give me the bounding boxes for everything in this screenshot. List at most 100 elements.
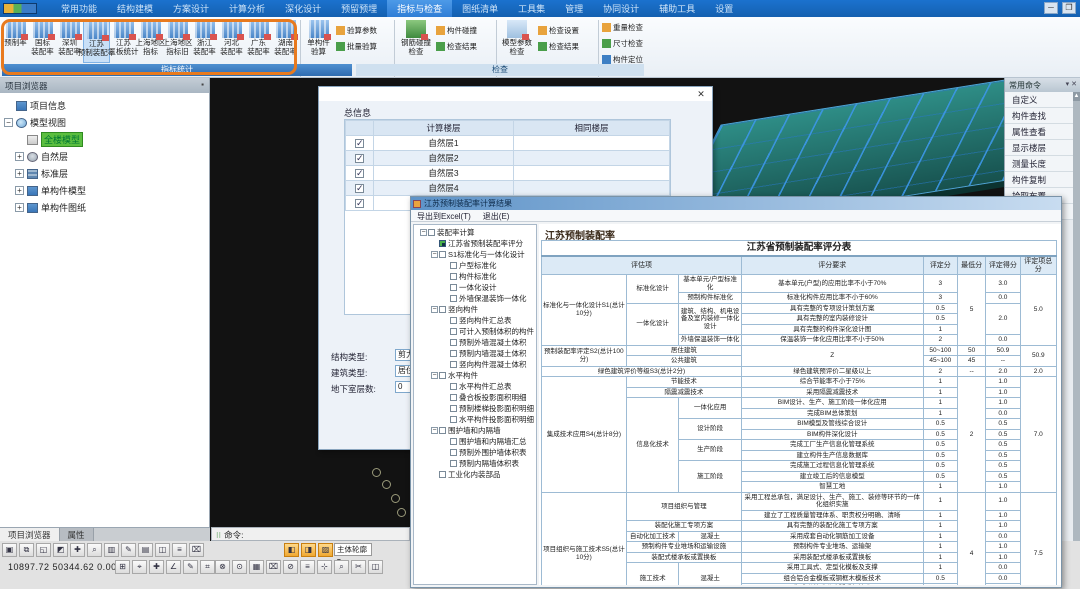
checkbox[interactable] bbox=[450, 405, 457, 412]
tree-item-预制楼梯投影面积明细[interactable]: 预制楼梯投影面积明细 bbox=[416, 403, 536, 414]
tree-item-自然层[interactable]: +自然层 bbox=[0, 148, 209, 165]
ribbon-button-浙江装配率[interactable]: 浙江装配率 bbox=[191, 19, 218, 63]
ribbon-button-湖南装配率[interactable]: 湖南装配率 bbox=[272, 19, 299, 63]
toolbar-icon[interactable]: ✚ bbox=[70, 543, 85, 557]
toolbar-icon[interactable]: ▦ bbox=[249, 560, 264, 574]
toolbar-icon[interactable]: ⌧ bbox=[189, 543, 204, 557]
command-item-构件查找[interactable]: 构件查找 bbox=[1005, 108, 1073, 124]
tree-item-水平构件投影面积明细[interactable]: 水平构件投影面积明细 bbox=[416, 414, 536, 425]
ribbon-small-button-检查结果[interactable]: 检查结果 bbox=[436, 39, 477, 53]
ribbon-button-广东装配率[interactable]: 广东装配率 bbox=[245, 19, 272, 63]
same-floor-cell[interactable] bbox=[514, 166, 670, 181]
checkbox[interactable] bbox=[450, 273, 457, 280]
tree-item-标准层[interactable]: +标准层 bbox=[0, 165, 209, 182]
collapse-icon[interactable]: − bbox=[431, 251, 438, 258]
command-item-自定义[interactable]: 自定义 bbox=[1005, 92, 1073, 108]
ribbon-small-button-构件碰撞[interactable]: 构件碰撞 bbox=[436, 23, 477, 37]
expand-icon[interactable]: + bbox=[15, 169, 24, 178]
toolbar-icon[interactable]: ⊘ bbox=[283, 560, 298, 574]
rebar-clash-check-button[interactable]: 钢筋碰撞检查 bbox=[398, 19, 434, 63]
tree-item-竖向构件汇总表[interactable]: 竖向构件汇总表 bbox=[416, 315, 536, 326]
ribbon-button-河北装配率[interactable]: 河北装配率 bbox=[218, 19, 245, 63]
tree-item-可计入预制体积的构件[interactable]: 可计入预制体积的构件 bbox=[416, 326, 536, 337]
checkbox[interactable] bbox=[450, 317, 457, 324]
tab-计算分析[interactable]: 计算分析 bbox=[219, 0, 275, 17]
checkbox[interactable] bbox=[428, 229, 435, 236]
ribbon-button-上海地区指标旧[interactable]: 上海地区指标旧 bbox=[164, 19, 191, 63]
tree-item-装配率计算[interactable]: −装配率计算 bbox=[416, 227, 536, 238]
ribbon-small-button-验算参数[interactable]: 验算参数 bbox=[336, 23, 377, 37]
toolbar-icon[interactable]: ∠ bbox=[166, 560, 181, 574]
ribbon-button-江苏预制装配率[interactable]: 江苏预制装配率 bbox=[83, 19, 110, 63]
tab-工具集[interactable]: 工具集 bbox=[508, 0, 555, 17]
tree-item-S1标准化与一体化设计[interactable]: −S1标准化与一体化设计 bbox=[416, 249, 536, 260]
checkbox[interactable] bbox=[439, 251, 446, 258]
toolbar-icon[interactable]: ▣ bbox=[2, 543, 17, 557]
tree-item-竖向构件[interactable]: −竖向构件 bbox=[416, 304, 536, 315]
maximize-button[interactable]: ❐ bbox=[1062, 2, 1076, 14]
panel-tab-属性[interactable]: 属性 bbox=[60, 528, 94, 541]
checkbox[interactable] bbox=[450, 449, 457, 456]
toolbar-icon[interactable]: ⊹ bbox=[317, 560, 332, 574]
ribbon-small-button-检查设置[interactable]: 检查设置 bbox=[538, 23, 579, 37]
tab-结构建模[interactable]: 结构建模 bbox=[107, 0, 163, 17]
checkbox[interactable] bbox=[450, 339, 457, 346]
floor-checkbox[interactable] bbox=[355, 184, 364, 193]
toolbar-icon[interactable]: ⌕ bbox=[87, 543, 102, 557]
command-item-测量长度[interactable]: 测量长度 bbox=[1005, 156, 1073, 172]
menu-item-退出(E)[interactable]: 退出(E) bbox=[483, 211, 510, 220]
tree-item-构件标准化[interactable]: 构件标准化 bbox=[416, 271, 536, 282]
toolbar-icon[interactable]: ◫ bbox=[155, 543, 170, 557]
command-item-属性查看[interactable]: 属性查看 bbox=[1005, 124, 1073, 140]
selected-report-icon[interactable] bbox=[439, 240, 446, 247]
checkbox[interactable] bbox=[450, 394, 457, 401]
tab-设置[interactable]: 设置 bbox=[705, 0, 743, 17]
checkbox[interactable] bbox=[450, 328, 457, 335]
checkbox[interactable] bbox=[450, 416, 457, 423]
tab-深化设计[interactable]: 深化设计 bbox=[275, 0, 331, 17]
ribbon-small-button-重量检查[interactable]: 重量检查 bbox=[602, 20, 643, 34]
outline-mode-dropdown[interactable]: 主体轮廓 ▾ bbox=[334, 543, 372, 556]
tree-item-预制外墙混凝土体积[interactable]: 预制外墙混凝土体积 bbox=[416, 337, 536, 348]
same-floor-cell[interactable] bbox=[514, 136, 670, 151]
floor-checkbox[interactable] bbox=[355, 154, 364, 163]
toolbar-icon-highlighted[interactable]: ▨ bbox=[318, 543, 333, 557]
toolbar-icon[interactable]: ▥ bbox=[104, 543, 119, 557]
results-window-titlebar[interactable]: 江苏预制装配率计算结果 bbox=[411, 197, 1061, 210]
model-parameter-check-button[interactable]: 模型参数检查 bbox=[498, 19, 536, 63]
collapse-icon[interactable]: − bbox=[420, 229, 427, 236]
toolbar-icon[interactable]: ⌗ bbox=[200, 560, 215, 574]
toolbar-icon-highlighted[interactable]: ◧ bbox=[284, 543, 299, 557]
tree-item-外墙保温装饰一体化[interactable]: 外墙保温装饰一体化 bbox=[416, 293, 536, 304]
ribbon-button-上海地区指标[interactable]: 上海地区指标 bbox=[137, 19, 164, 63]
tab-辅助工具[interactable]: 辅助工具 bbox=[649, 0, 705, 17]
ribbon-small-button-尺寸检查[interactable]: 尺寸检查 bbox=[602, 36, 643, 50]
toolbar-icon[interactable]: ▤ bbox=[138, 543, 153, 557]
pin-icon[interactable]: ▪ bbox=[201, 80, 204, 89]
tree-item-叠合板投影面积明细[interactable]: 叠合板投影面积明细 bbox=[416, 392, 536, 403]
checkbox[interactable] bbox=[439, 306, 446, 313]
checkbox[interactable] bbox=[450, 460, 457, 467]
panel-header-icons[interactable]: ▾ ✕ bbox=[1066, 80, 1077, 88]
toolbar-icon[interactable]: ✂ bbox=[351, 560, 366, 574]
ribbon-button-预制率[interactable]: 预制率 bbox=[2, 19, 29, 63]
checkbox[interactable] bbox=[439, 427, 446, 434]
toolbar-icon[interactable]: ✎ bbox=[121, 543, 136, 557]
tab-方案设计[interactable]: 方案设计 bbox=[163, 0, 219, 17]
ribbon-small-button-构件定位[interactable]: 构件定位 bbox=[602, 52, 643, 66]
tree-item-预制外围护墙体积表[interactable]: 预制外围护墙体积表 bbox=[416, 447, 536, 458]
collapse-icon[interactable]: − bbox=[4, 118, 13, 127]
tree-item-竖向构件混凝土体积[interactable]: 竖向构件混凝土体积 bbox=[416, 359, 536, 370]
checkbox[interactable] bbox=[450, 361, 457, 368]
tree-item-预制内隔墙体积表[interactable]: 预制内隔墙体积表 bbox=[416, 458, 536, 469]
tree-item-单构件图纸[interactable]: +单构件图纸 bbox=[0, 199, 209, 216]
toolbar-icon[interactable]: ✚ bbox=[149, 560, 164, 574]
same-floor-cell[interactable] bbox=[514, 151, 670, 166]
tab-预留预埋[interactable]: 预留预埋 bbox=[331, 0, 387, 17]
tree-item-单构件模型[interactable]: +单构件模型 bbox=[0, 182, 209, 199]
floor-checkbox[interactable] bbox=[355, 199, 364, 208]
checkbox[interactable] bbox=[450, 438, 457, 445]
toolbar-icon[interactable]: ◫ bbox=[368, 560, 383, 574]
tree-item-水平构件汇总表[interactable]: 水平构件汇总表 bbox=[416, 381, 536, 392]
ribbon-small-button-批量验算[interactable]: 批量验算 bbox=[336, 39, 377, 53]
